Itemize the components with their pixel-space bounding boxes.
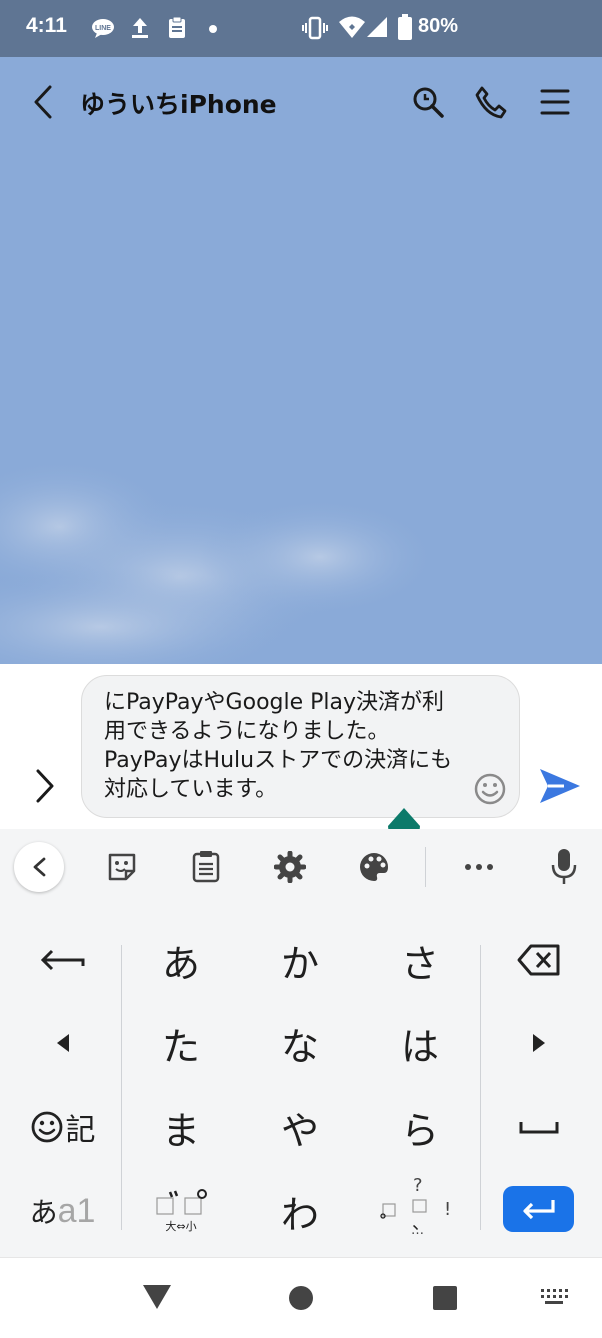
more-icon[interactable] [464, 863, 494, 871]
message-input[interactable]: にPayPayやGoogle Play決済が利用できるようになりました。PayP… [81, 675, 520, 818]
japanese-flick-keyboard: あ か さ た な は 記 ま や ら あ a1 大⇔小 わ ? 、 ! … [0, 905, 602, 1257]
key-ya[interactable]: や [240, 1087, 360, 1167]
microphone-icon[interactable] [550, 847, 578, 887]
battery-percent: 80% [418, 15, 459, 37]
dakuten-handakuten-icon [156, 1189, 207, 1215]
chat-title: ゆういちiPhone [80, 90, 277, 119]
key-a[interactable]: あ [122, 920, 240, 1000]
triangle-right-icon [532, 1034, 545, 1052]
undo-key[interactable] [10, 920, 115, 1000]
vibrate-icon [302, 16, 328, 40]
key-ka[interactable]: か [240, 920, 360, 1000]
nav-recents-icon[interactable] [432, 1285, 458, 1311]
clipboard-icon [169, 16, 185, 38]
signal-icon [367, 17, 387, 37]
key-sa[interactable]: さ [360, 920, 480, 1000]
keyboard-switch-icon[interactable] [540, 1288, 568, 1306]
chat-background [0, 57, 602, 664]
key-ha[interactable]: は [360, 1003, 480, 1083]
expand-chevron-icon[interactable] [34, 768, 56, 804]
triangle-left-icon [56, 1034, 69, 1052]
upload-icon [132, 18, 148, 38]
mode-hiragana-label: あ [29, 1196, 58, 1229]
enter-icon [522, 1200, 555, 1220]
chat-header: ゆういちiPhone [0, 57, 602, 147]
punctuation-key[interactable]: ? 、 ! … [360, 1171, 480, 1251]
battery-icon [398, 14, 412, 40]
line-notification-icon: LINE [92, 19, 114, 38]
backspace-key[interactable] [481, 920, 596, 1000]
menu-icon[interactable] [540, 87, 570, 117]
phone-icon[interactable] [474, 85, 508, 119]
key-ma[interactable]: ま [122, 1087, 240, 1167]
system-navigation-bar [0, 1257, 602, 1338]
message-input-text: にPayPayやGoogle Play決済が利用できるようになりました。PayP… [104, 690, 453, 802]
cursor-right-key[interactable] [481, 1003, 596, 1083]
space-icon [519, 1122, 558, 1134]
period-box-icon [380, 1203, 396, 1219]
wifi-icon [339, 16, 365, 38]
size-toggle-label: 大⇔小 [165, 1220, 197, 1233]
mode-alnum-label: a1 [57, 1191, 96, 1230]
key-ra[interactable]: ら [360, 1087, 480, 1167]
cursor-left-key[interactable] [10, 1003, 115, 1083]
back-icon[interactable] [30, 84, 56, 120]
chevron-left-icon [33, 857, 46, 877]
nav-back-icon[interactable] [142, 1284, 172, 1310]
status-bar: 4:11 LINE 80% [0, 0, 602, 57]
send-icon[interactable] [538, 766, 582, 806]
punct-ellipsis: … [411, 1223, 424, 1238]
keyboard-toolbar [0, 829, 602, 905]
clipboard-icon[interactable] [192, 849, 220, 883]
svg-text:LINE: LINE [95, 25, 111, 32]
punct-exclamation: ! [444, 1199, 452, 1220]
kigo-label: 記 [65, 1113, 96, 1148]
dakuten-small-key[interactable]: 大⇔小 [122, 1171, 240, 1251]
undo-arrow-icon [40, 949, 84, 971]
enter-key[interactable] [503, 1186, 574, 1232]
collapse-toolbar-button[interactable] [14, 842, 64, 892]
sticker-icon[interactable] [106, 851, 138, 883]
space-key[interactable] [481, 1087, 596, 1167]
settings-icon[interactable] [274, 851, 306, 883]
status-time: 4:11 [26, 14, 67, 37]
key-ta[interactable]: た [122, 1003, 240, 1083]
emoji-symbol-key[interactable]: 記 [10, 1087, 115, 1167]
theme-palette-icon[interactable] [358, 851, 390, 883]
emoji-face-icon [31, 1111, 62, 1143]
key-na[interactable]: な [240, 1003, 360, 1083]
backspace-icon [517, 944, 559, 976]
key-wa[interactable]: わ [240, 1171, 360, 1251]
dot-icon [209, 25, 217, 33]
nav-home-icon[interactable] [288, 1285, 314, 1311]
search-icon[interactable] [411, 85, 445, 119]
toolbar-divider [425, 847, 426, 887]
emoji-icon[interactable] [473, 772, 507, 806]
input-mode-key[interactable]: あ a1 [10, 1171, 115, 1251]
punct-question: ? [413, 1175, 423, 1196]
